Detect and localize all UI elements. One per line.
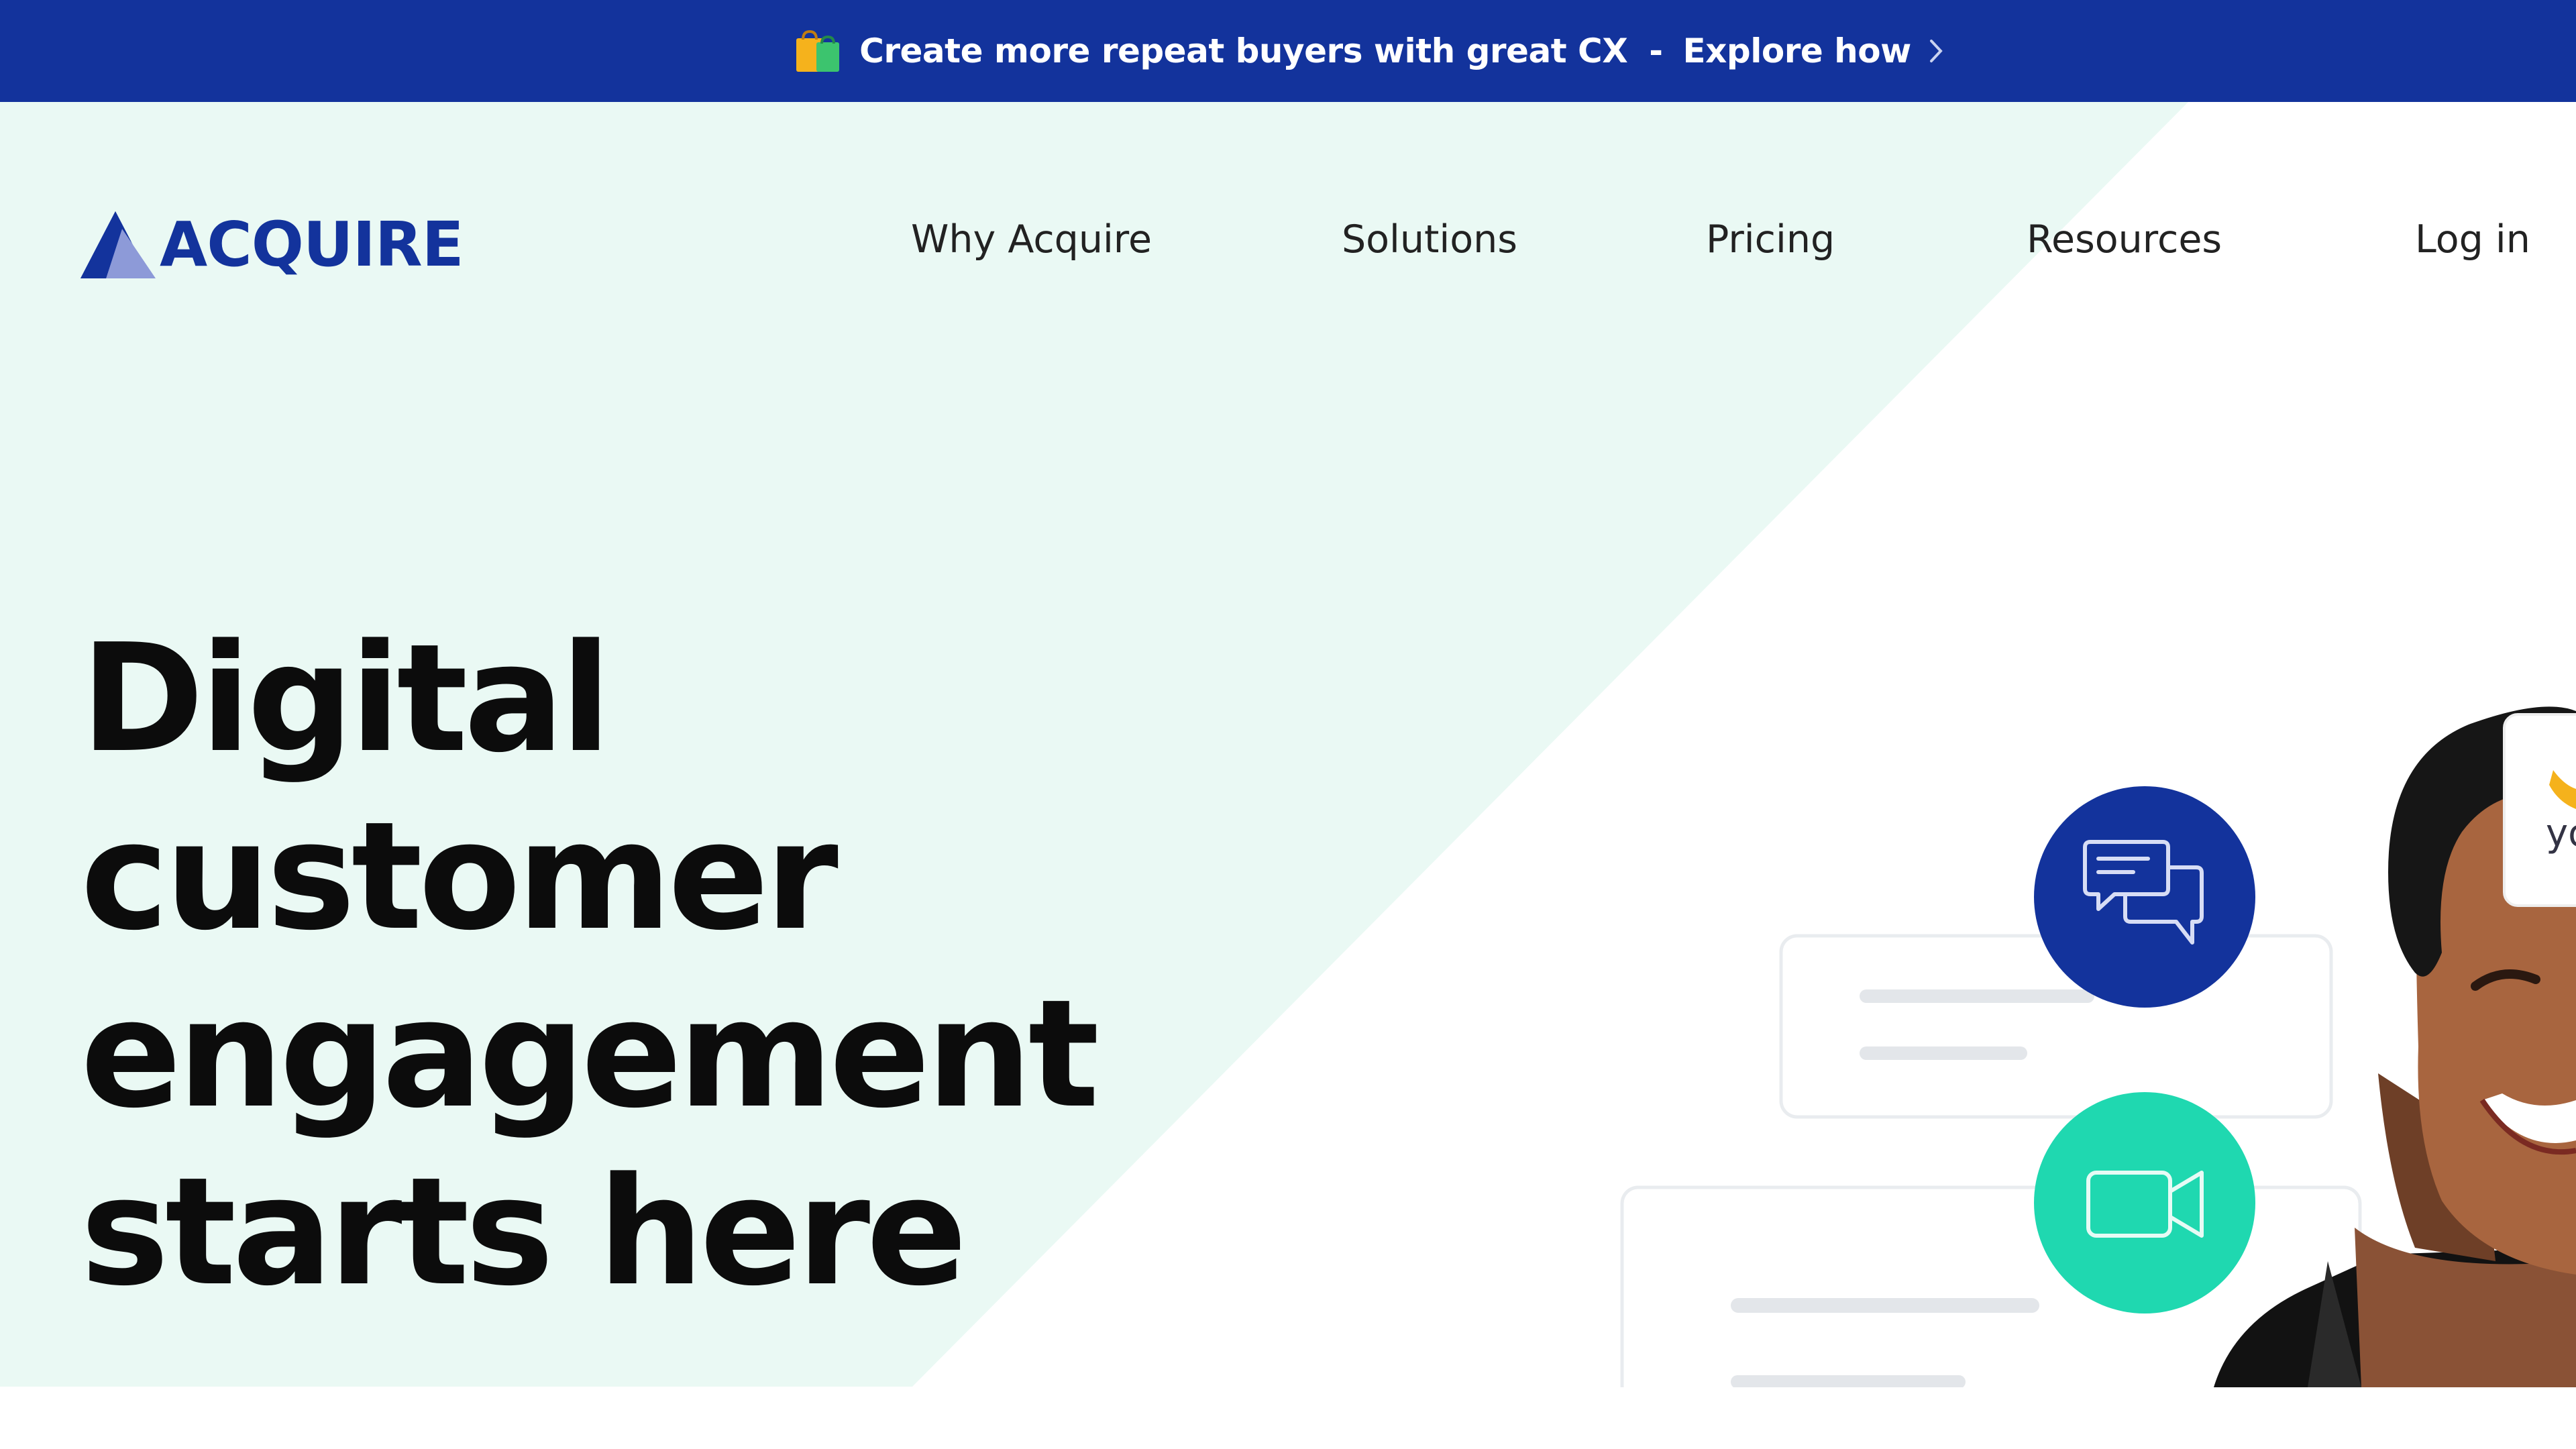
nav-pricing[interactable]: Pricing — [1706, 209, 1835, 270]
headline-line-1: Digital — [80, 612, 611, 786]
nav-why-acquire[interactable]: Why Acquire — [911, 209, 1152, 270]
partial-card-text: yo — [2546, 812, 2576, 855]
explore-how-label: Explore how — [1682, 32, 1912, 70]
main-nav: Why Acquire Solutions Pricing Resources … — [0, 209, 2576, 270]
headline-line-3: engagement — [80, 968, 1099, 1141]
explore-how-link[interactable]: Explore how — [1683, 32, 1943, 70]
video-channel-button[interactable] — [2034, 1092, 2255, 1313]
announcement-separator: - — [1649, 32, 1663, 70]
hero-bottom-edge — [0, 1387, 2576, 1449]
nav-log-in[interactable]: Log in — [2415, 209, 2530, 270]
announcement-text: Create more repeat buyers with great CX — [859, 32, 1628, 70]
headline-line-4: starts here — [80, 1146, 967, 1319]
shopping-bag-icon — [794, 29, 842, 73]
nav-solutions[interactable]: Solutions — [1342, 209, 1517, 270]
headline-line-2: customer — [80, 790, 839, 963]
chat-channel-button[interactable] — [2034, 786, 2255, 1008]
nav-resources[interactable]: Resources — [2027, 209, 2222, 270]
announcement-bar: Create more repeat buyers with great CX … — [0, 0, 2576, 102]
hero-headline: Digital customer engagement starts here — [80, 610, 1099, 1322]
chevron-right-icon — [1929, 38, 1943, 64]
